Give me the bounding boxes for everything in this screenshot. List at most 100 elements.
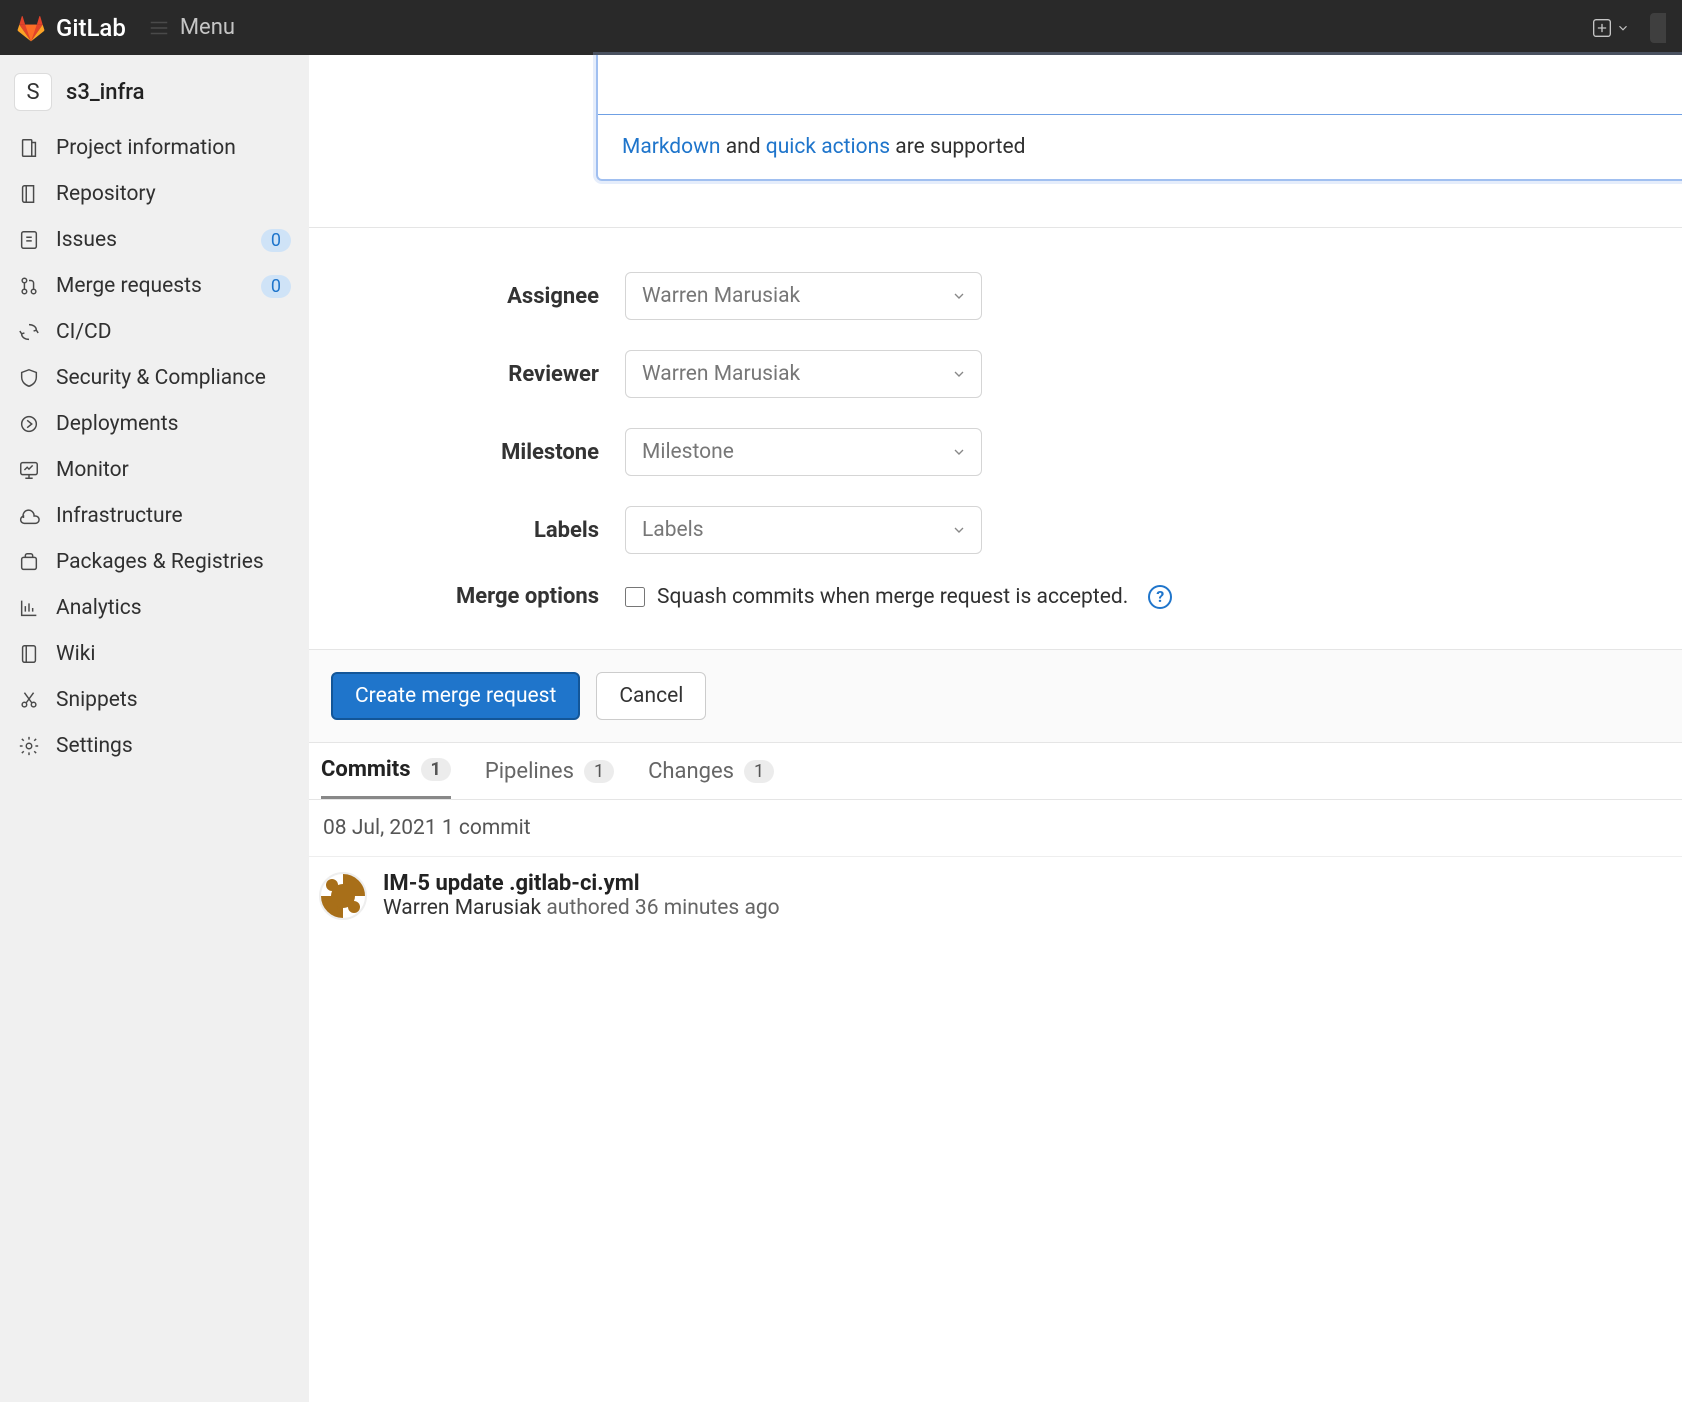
- labels-value: Labels: [642, 518, 704, 542]
- commit-time: 36 minutes ago: [635, 896, 780, 920]
- reviewer-row: Reviewer Warren Marusiak: [309, 350, 1682, 398]
- sidebar-item-label: Settings: [56, 734, 291, 758]
- milestone-label: Milestone: [309, 440, 599, 465]
- merge-request-icon: [18, 275, 40, 297]
- infrastructure-icon: [18, 505, 40, 527]
- sidebar-item-project-information[interactable]: Project information: [0, 125, 309, 171]
- repository-icon: [18, 183, 40, 205]
- milestone-select[interactable]: Milestone: [625, 428, 982, 476]
- avatar: [319, 872, 367, 920]
- merge-options-row: Merge options Squash commits when merge …: [309, 584, 1682, 609]
- commit-info: IM-5 update .gitlab-ci.yml Warren Marusi…: [383, 871, 780, 920]
- sidebar-item-label: Project information: [56, 136, 291, 160]
- sidebar-item-cicd[interactable]: CI/CD: [0, 309, 309, 355]
- tab-label: Commits: [321, 757, 411, 782]
- cancel-button[interactable]: Cancel: [596, 672, 706, 720]
- tab-count: 1: [584, 760, 614, 783]
- editor-hint: Markdown and quick actions are supported: [598, 115, 1682, 179]
- reviewer-select[interactable]: Warren Marusiak: [625, 350, 982, 398]
- packages-icon: [18, 551, 40, 573]
- cicd-icon: [18, 321, 40, 343]
- chevron-down-icon: [951, 366, 967, 382]
- tab-pipelines[interactable]: Pipelines 1: [485, 757, 614, 799]
- assignee-label: Assignee: [309, 284, 599, 309]
- sidebar-item-issues[interactable]: Issues0: [0, 217, 309, 263]
- sidebar-item-packages[interactable]: Packages & Registries: [0, 539, 309, 585]
- monitor-icon: [18, 459, 40, 481]
- sidebar-item-label: Packages & Registries: [56, 550, 291, 574]
- menu-button[interactable]: Menu: [148, 15, 235, 40]
- deployments-icon: [18, 413, 40, 435]
- sidebar-item-settings[interactable]: Settings: [0, 723, 309, 769]
- tab-label: Pipelines: [485, 759, 574, 784]
- project-name: s3_infra: [66, 80, 145, 105]
- shield-icon: [18, 367, 40, 389]
- brand[interactable]: GitLab: [16, 13, 126, 43]
- issues-icon: [18, 229, 40, 251]
- tab-changes[interactable]: Changes 1: [648, 757, 774, 799]
- brand-text: GitLab: [56, 14, 126, 42]
- sidebar-item-analytics[interactable]: Analytics: [0, 585, 309, 631]
- sidebar-item-wiki[interactable]: Wiki: [0, 631, 309, 677]
- reviewer-label: Reviewer: [309, 362, 599, 387]
- description-editor[interactable]: Markdown and quick actions are supported: [596, 55, 1682, 181]
- sidebar-item-deployments[interactable]: Deployments: [0, 401, 309, 447]
- sidebar-item-label: Security & Compliance: [56, 366, 291, 390]
- hamburger-icon: [148, 17, 170, 39]
- create-merge-request-button[interactable]: Create merge request: [331, 672, 580, 720]
- topbar-right: [1592, 13, 1666, 43]
- sidebar-item-monitor[interactable]: Monitor: [0, 447, 309, 493]
- milestone-row: Milestone Milestone: [309, 428, 1682, 476]
- action-bar: Create merge request Cancel: [309, 649, 1682, 743]
- assignee-select[interactable]: Warren Marusiak: [625, 272, 982, 320]
- labels-row: Labels Labels: [309, 506, 1682, 554]
- sidebar-item-infrastructure[interactable]: Infrastructure: [0, 493, 309, 539]
- sidebar-item-label: Analytics: [56, 596, 291, 620]
- commit-authored-text: authored: [541, 896, 635, 920]
- merge-options-label: Merge options: [309, 584, 599, 609]
- sidebar-item-label: Merge requests: [56, 274, 245, 298]
- project-header[interactable]: S s3_infra: [0, 65, 309, 125]
- markdown-link[interactable]: Markdown: [622, 135, 721, 159]
- sidebar-item-security[interactable]: Security & Compliance: [0, 355, 309, 401]
- sidebar-nav: Project information Repository Issues0 M…: [0, 125, 309, 769]
- sidebar-item-label: Snippets: [56, 688, 291, 712]
- gear-icon: [18, 735, 40, 757]
- help-icon[interactable]: ?: [1148, 585, 1172, 609]
- chevron-down-icon: [951, 288, 967, 304]
- tab-label: Changes: [648, 759, 734, 784]
- commit-meta: Warren Marusiak authored 36 minutes ago: [383, 896, 780, 920]
- sidebar-item-label: Monitor: [56, 458, 291, 482]
- info-icon: [18, 137, 40, 159]
- tab-count: 1: [421, 758, 451, 781]
- tab-count: 1: [744, 760, 774, 783]
- analytics-icon: [18, 597, 40, 619]
- hint-tail: are supported: [890, 135, 1025, 159]
- sidebar-badge: 0: [261, 275, 291, 298]
- chevron-down-icon: [951, 444, 967, 460]
- commit-title: IM-5 update .gitlab-ci.yml: [383, 871, 780, 896]
- sidebar-item-merge-requests[interactable]: Merge requests 0: [0, 263, 309, 309]
- commit-date: 08 Jul, 2021: [323, 816, 437, 840]
- project-avatar: S: [14, 73, 52, 111]
- sidebar-item-label: Deployments: [56, 412, 291, 436]
- new-dropdown[interactable]: [1592, 18, 1630, 38]
- labels-select[interactable]: Labels: [625, 506, 982, 554]
- sidebar-item-repository[interactable]: Repository: [0, 171, 309, 217]
- menu-label: Menu: [180, 15, 235, 40]
- tab-commits[interactable]: Commits 1: [321, 757, 451, 799]
- sidebar-item-label: CI/CD: [56, 320, 291, 344]
- editor-textarea-area[interactable]: [598, 55, 1682, 115]
- sidebar: S s3_infra Project information Repositor…: [0, 55, 309, 1402]
- sidebar-item-snippets[interactable]: Snippets: [0, 677, 309, 723]
- topbar: GitLab Menu: [0, 0, 1682, 55]
- sidebar-item-label: Repository: [56, 182, 291, 206]
- plus-icon: [1592, 18, 1612, 38]
- commit-date-header: 08 Jul, 2021 1 commit: [309, 800, 1682, 857]
- tabs: Commits 1 Pipelines 1 Changes 1: [309, 743, 1682, 800]
- assignee-row: Assignee Warren Marusiak: [309, 272, 1682, 320]
- sidebar-item-label: Infrastructure: [56, 504, 291, 528]
- quick-actions-link[interactable]: quick actions: [766, 135, 890, 159]
- commit-row[interactable]: IM-5 update .gitlab-ci.yml Warren Marusi…: [309, 857, 1682, 934]
- squash-checkbox[interactable]: [625, 587, 645, 607]
